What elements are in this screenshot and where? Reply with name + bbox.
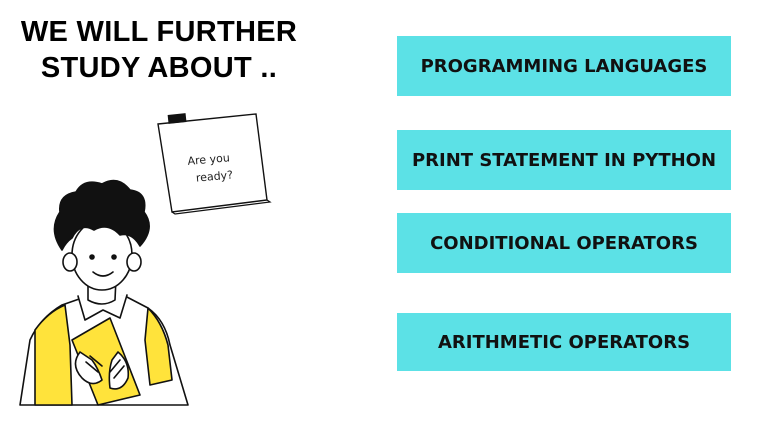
illustration: Are you ready? [19, 113, 272, 406]
sticky-note: Are you ready? [157, 113, 272, 215]
person-illustration [19, 179, 189, 406]
tape-icon [167, 113, 187, 124]
